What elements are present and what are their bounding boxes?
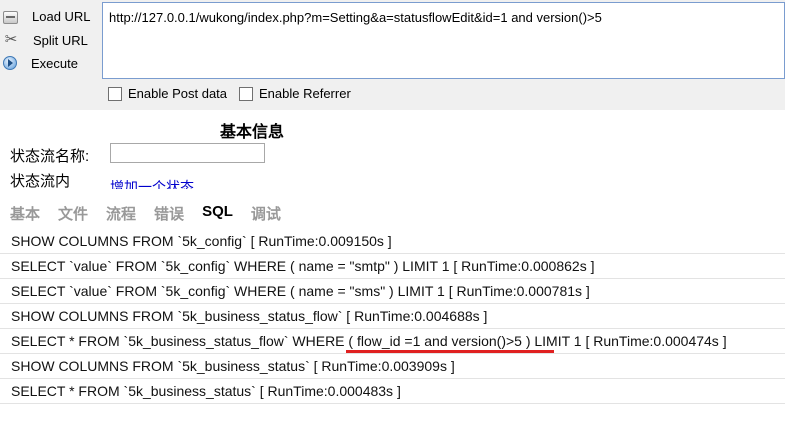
load-url-label: Load URL [32, 8, 91, 24]
sql-log-row: SHOW COLUMNS FROM `5k_config` [ RunTime:… [0, 229, 785, 254]
load-url-icon [3, 10, 18, 24]
trace-tabs: 基本 文件 流程 错误 SQL 调试 [10, 203, 299, 224]
execute-button[interactable]: Execute [0, 52, 100, 74]
split-url-button[interactable]: ✂ Split URL [0, 29, 100, 51]
page-title: 基本信息 [220, 124, 285, 141]
tab-files[interactable]: 文件 [58, 203, 88, 224]
checkbox-box[interactable] [108, 86, 122, 101]
split-url-label: Split URL [33, 32, 88, 48]
enable-post-label: Enable Post data [128, 86, 228, 101]
status-flow-content-label: 状态流内 [10, 173, 71, 190]
tab-errors[interactable]: 错误 [154, 203, 184, 224]
checkbox-box[interactable] [239, 86, 253, 101]
tab-basic[interactable]: 基本 [10, 203, 40, 224]
enable-referrer-label: Enable Referrer [259, 86, 351, 101]
sql-log-list: SHOW COLUMNS FROM `5k_config` [ RunTime:… [0, 229, 785, 404]
status-flow-name-input[interactable] [110, 143, 265, 163]
sql-log-row: SELECT `value` FROM `5k_config` WHERE ( … [0, 254, 785, 279]
tab-sql[interactable]: SQL [202, 203, 233, 224]
tab-flow[interactable]: 流程 [106, 203, 136, 224]
hackbar-toolbar: Load URL ✂ Split URL Execute http://127.… [0, 0, 785, 110]
enable-referrer-checkbox[interactable]: Enable Referrer [239, 86, 351, 101]
execute-label: Execute [31, 55, 78, 71]
add-status-link[interactable]: 增加一个状态 [110, 176, 194, 189]
sql-log-row: SHOW COLUMNS FROM `5k_business_status` [… [0, 354, 785, 379]
sql-log-row: SELECT * FROM `5k_business_status` [ Run… [0, 379, 785, 404]
enable-post-checkbox[interactable]: Enable Post data [108, 86, 227, 101]
highlight-underline [346, 350, 554, 353]
sql-log-row: SHOW COLUMNS FROM `5k_business_status_fl… [0, 304, 785, 329]
split-url-icon: ✂ [4, 31, 18, 48]
execute-icon [3, 56, 17, 70]
tab-debug[interactable]: 调试 [251, 203, 281, 224]
load-url-button[interactable]: Load URL [0, 5, 100, 27]
status-flow-name-label: 状态流名称: [10, 148, 90, 165]
url-textarea[interactable]: http://127.0.0.1/wukong/index.php?m=Sett… [102, 2, 785, 79]
sql-log-row: SELECT `value` FROM `5k_config` WHERE ( … [0, 279, 785, 304]
